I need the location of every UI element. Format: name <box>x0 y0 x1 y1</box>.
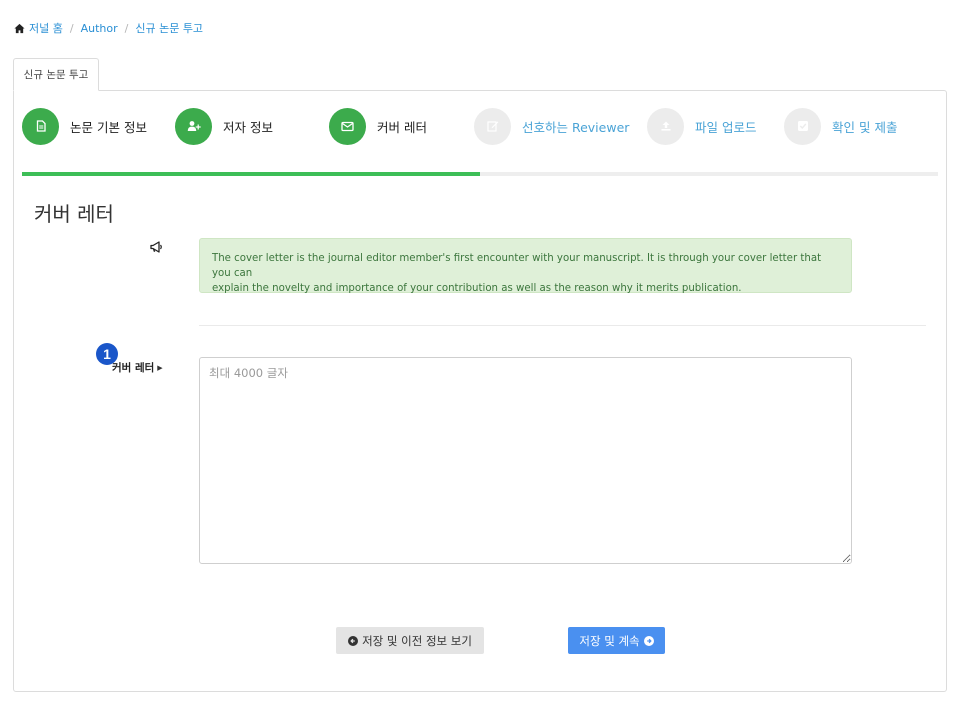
step-label: 선호하는 Reviewer <box>522 119 630 135</box>
page: 저널 홈 / Author / 신규 논문 투고 신규 논문 투고 논문 기본 … <box>0 0 959 704</box>
step-label: 확인 및 제출 <box>832 119 898 135</box>
save-and-continue-button[interactable]: 저장 및 계속 <box>568 627 665 654</box>
step-basic-info[interactable]: 논문 기본 정보 <box>22 107 147 145</box>
step-confirm-submit[interactable]: 확인 및 제출 <box>784 107 897 145</box>
save-and-continue-label: 저장 및 계속 <box>579 633 640 648</box>
breadcrumb-new-submission[interactable]: 신규 논문 투고 <box>135 20 203 36</box>
breadcrumb: 저널 홈 / Author / 신규 논문 투고 <box>14 20 203 36</box>
step-circle <box>647 107 684 145</box>
step-label: 파일 업로드 <box>695 119 757 135</box>
step-label: 저자 정보 <box>223 119 273 135</box>
cover-letter-textarea[interactable] <box>199 357 852 564</box>
tab-new-submission[interactable]: 신규 논문 투고 <box>13 58 99 91</box>
edit-icon <box>486 121 498 132</box>
document-icon <box>36 120 46 132</box>
save-and-previous-label: 저장 및 이전 정보 보기 <box>362 633 472 648</box>
step-preferred-reviewer[interactable]: 선호하는 Reviewer <box>474 107 629 145</box>
breadcrumb-separator: / <box>124 21 129 35</box>
breadcrumb-author[interactable]: Author <box>81 22 118 35</box>
progress-bar <box>22 172 938 176</box>
step-circle <box>784 107 821 145</box>
save-and-previous-button[interactable]: 저장 및 이전 정보 보기 <box>336 627 484 654</box>
cover-letter-info-alert: The cover letter is the journal editor m… <box>199 238 852 294</box>
step-label: 커버 레터 <box>377 119 427 135</box>
step-circle <box>329 107 366 145</box>
breadcrumb-separator: / <box>69 21 74 35</box>
submission-panel: 논문 기본 정보 저자 정보 커버 레터 선호하는 Reviewer 파일 업로… <box>13 90 947 692</box>
info-text-line: explain the novelty and importance of yo… <box>212 283 742 294</box>
megaphone-icon <box>150 241 162 253</box>
add-user-icon <box>187 121 201 131</box>
section-divider <box>199 325 926 326</box>
step-label: 논문 기본 정보 <box>70 119 147 135</box>
arrow-circle-left-icon <box>348 635 359 646</box>
info-text-line: The cover letter is the journal editor m… <box>212 253 822 279</box>
step-circle <box>474 107 511 145</box>
breadcrumb-journal-home[interactable]: 저널 홈 <box>29 20 63 36</box>
envelope-icon <box>341 121 354 131</box>
step-author-info[interactable]: 저자 정보 <box>175 107 273 145</box>
home-icon <box>14 23 25 33</box>
arrow-circle-right-icon <box>643 635 654 646</box>
step-file-upload[interactable]: 파일 업로드 <box>647 107 756 145</box>
cover-letter-label-text: 커버 레터 <box>112 362 155 374</box>
check-icon <box>797 121 808 131</box>
progress-fill <box>22 172 480 176</box>
step-circle <box>175 107 212 145</box>
caret-right-icon: ▶ <box>157 363 163 372</box>
step-cover-letter[interactable]: 커버 레터 <box>329 107 427 145</box>
cover-letter-label: 커버 레터 ▶ <box>112 360 163 375</box>
step-circle <box>22 107 59 145</box>
section-title: 커버 레터 <box>34 202 114 226</box>
upload-icon <box>661 121 670 131</box>
